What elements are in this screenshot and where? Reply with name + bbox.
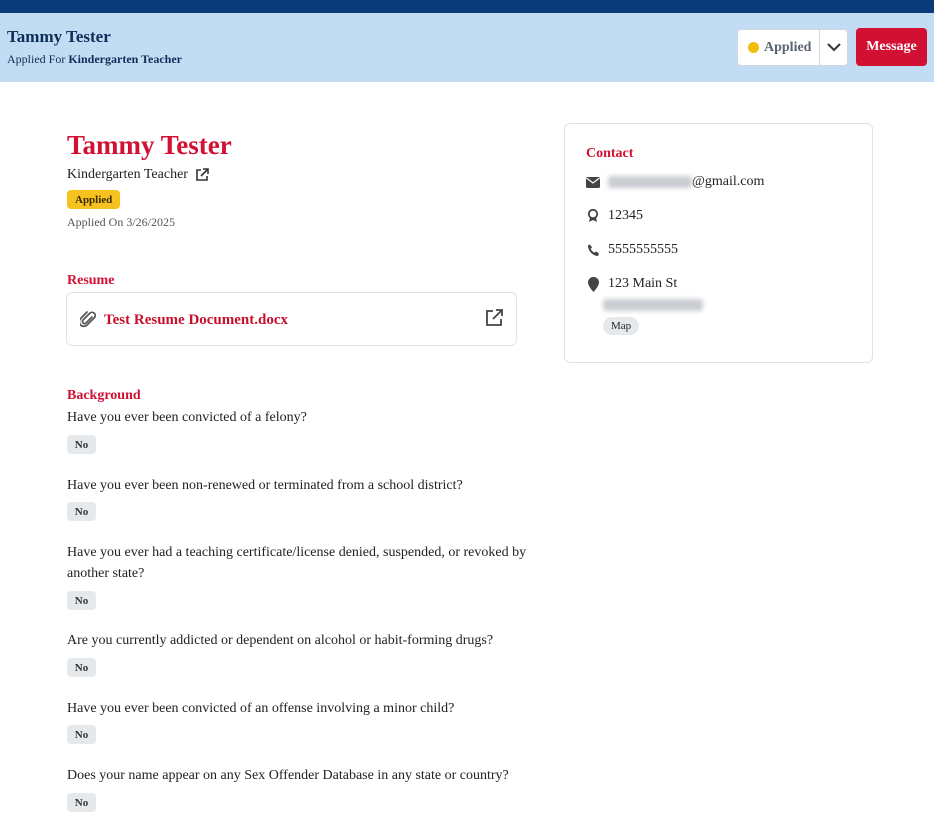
question-text: Have you ever been convicted of an offen…: [67, 701, 455, 716]
status-caret-button[interactable]: [820, 30, 847, 65]
answer-badge: No: [67, 793, 96, 812]
contact-card: Contact @gmail.com 12345 5555555555 123 …: [564, 123, 873, 363]
external-link-icon[interactable]: [195, 168, 209, 182]
applicant-header: Tammy Tester Applied For Kindergarten Te…: [0, 13, 934, 82]
resume-section-label: Resume: [67, 273, 115, 288]
position-link[interactable]: Kindergarten Teacher: [67, 167, 188, 183]
address-line1: 123 Main St: [608, 276, 678, 291]
status-dot-icon: [748, 42, 759, 53]
answer-badge: No: [67, 658, 96, 677]
email-domain: @gmail.com: [692, 174, 765, 189]
question-text: Have you ever been non-renewed or termin…: [67, 478, 463, 493]
status-label: Applied: [764, 39, 812, 55]
answer-badge: No: [67, 435, 96, 454]
contact-section-label: Contact: [586, 146, 634, 161]
resume-card: Test Resume Document.docx: [66, 292, 517, 346]
phone-icon: [587, 244, 599, 256]
message-button[interactable]: Message: [856, 28, 927, 66]
id-number: 12345: [608, 208, 643, 223]
background-section-label: Background: [67, 388, 141, 403]
applied-for-prefix: Applied For: [7, 52, 66, 66]
contact-id: 12345: [586, 208, 643, 224]
contact-address: 123 Main St: [586, 276, 677, 292]
chevron-down-icon: [826, 43, 841, 52]
status-button[interactable]: Applied: [738, 30, 820, 65]
address-line2-redacted: [603, 298, 703, 316]
answer-badge: No: [67, 502, 96, 521]
question-text: Are you currently addicted or dependent …: [67, 633, 494, 648]
answer-badge: No: [67, 725, 96, 744]
top-bar: [0, 0, 934, 13]
phone-number: 5555555555: [608, 242, 678, 257]
open-resume-icon[interactable]: [485, 309, 503, 327]
email-redacted: [608, 176, 692, 188]
award-icon: [587, 209, 599, 222]
applied-for-position: Kindergarten Teacher: [68, 52, 182, 66]
question-text: Have you ever had a teaching certificate…: [67, 545, 527, 581]
map-button[interactable]: Map: [603, 317, 640, 335]
question-text: Does your name appear on any Sex Offende…: [67, 768, 509, 783]
resume-file-link[interactable]: Test Resume Document.docx: [104, 312, 288, 329]
answer-badge: No: [67, 591, 96, 610]
contact-email: @gmail.com: [586, 174, 764, 190]
header-applied-for: Applied For Kindergarten Teacher: [7, 52, 182, 67]
envelope-icon: [586, 176, 600, 188]
question-text: Have you ever been convicted of a felony…: [67, 410, 307, 425]
applied-on-date: Applied On 3/26/2025: [67, 215, 175, 229]
header-applicant-name: Tammy Tester: [7, 27, 111, 46]
contact-phone: 5555555555: [586, 242, 678, 258]
position-line: Kindergarten Teacher: [67, 167, 209, 183]
applicant-name: Tammy Tester: [67, 130, 232, 160]
status-dropdown: Applied: [737, 29, 848, 66]
map-pin-icon: [587, 276, 599, 292]
paperclip-icon: [80, 311, 96, 328]
status-badge: Applied: [67, 190, 121, 209]
